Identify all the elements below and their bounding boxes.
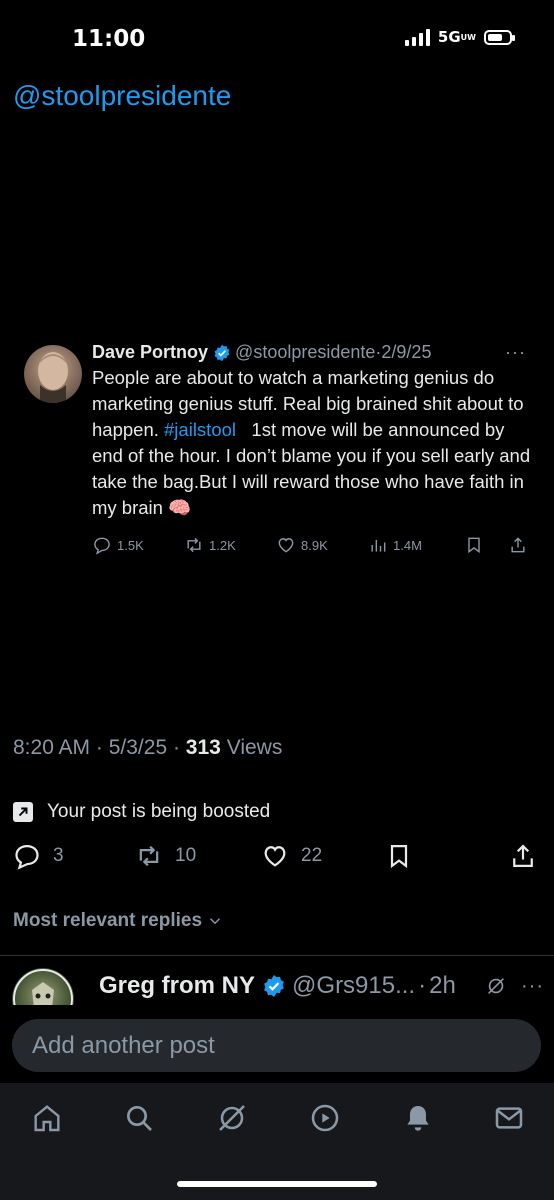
battery-icon xyxy=(484,29,515,45)
repost-count: 10 xyxy=(175,845,197,866)
post-actions: 3 10 22 xyxy=(13,842,535,878)
compose-field[interactable] xyxy=(12,1019,541,1072)
views-button[interactable]: 1.4M xyxy=(368,535,464,555)
share-button[interactable] xyxy=(508,535,528,555)
post-date: 5/3/25 xyxy=(108,736,168,759)
share-icon xyxy=(511,537,525,553)
divider xyxy=(0,955,554,956)
views-icon xyxy=(371,540,386,552)
tab-search[interactable] xyxy=(122,1101,156,1135)
like-icon xyxy=(264,846,286,867)
status-time: 11:00 xyxy=(72,26,146,52)
verified-icon xyxy=(264,975,284,997)
views-label: Views xyxy=(226,736,283,759)
bookmark-icon xyxy=(390,844,408,869)
quoted-post-date: 2/9/25 xyxy=(381,342,432,362)
bookmark-button[interactable] xyxy=(385,842,413,870)
views-count: 1.4M xyxy=(393,537,422,553)
notifications-icon xyxy=(407,1106,429,1131)
quoted-author-handle[interactable]: @stoolpresidente xyxy=(235,342,375,363)
more-icon[interactable]: ··· xyxy=(521,975,544,998)
repost-icon xyxy=(187,537,201,553)
home-icon xyxy=(34,1105,60,1132)
grok-icon[interactable] xyxy=(485,975,507,997)
like-count: 22 xyxy=(301,845,323,866)
quoted-post-text: People are about to watch a marketing ge… xyxy=(92,367,536,518)
tab-notifications[interactable] xyxy=(401,1101,435,1135)
reply-icon xyxy=(94,537,110,555)
replies-sort-dropdown[interactable]: Most relevant replies xyxy=(13,910,224,932)
tab-home[interactable] xyxy=(30,1101,64,1135)
tab-grok[interactable] xyxy=(215,1101,249,1135)
boost-arrow-icon xyxy=(13,802,33,822)
boost-banner[interactable]: Your post is being boosted xyxy=(13,801,270,823)
avatar[interactable] xyxy=(24,345,82,403)
boost-text: Your post is being boosted xyxy=(47,801,271,822)
bookmark-icon xyxy=(468,537,480,554)
grok-icon xyxy=(219,1105,245,1131)
repost-button[interactable]: 1.2K xyxy=(184,535,276,555)
post-views-count: 313 xyxy=(185,736,221,759)
quoted-post-actions: 1.5K 1.2K 8.9K 1.4M xyxy=(92,535,532,555)
reply-count: 1.5K xyxy=(117,537,144,553)
like-button[interactable]: 8.9K xyxy=(276,535,368,555)
repost-button[interactable]: 10 xyxy=(135,842,196,870)
post-time: 8:20 AM xyxy=(13,736,91,759)
reply-author-handle[interactable]: @Grs915... xyxy=(292,972,415,1000)
share-button[interactable] xyxy=(509,842,537,870)
quoted-author-name[interactable]: Dave Portnoy xyxy=(92,342,208,363)
like-button[interactable]: 22 xyxy=(261,842,322,870)
network-label: 5GUW xyxy=(437,28,476,46)
tab-messages[interactable] xyxy=(492,1101,526,1135)
reply-button[interactable]: 1.5K xyxy=(92,535,184,555)
search-icon xyxy=(127,1106,152,1131)
post-meta: 8:20 AM · 5/3/25 · 313 Views xyxy=(13,736,283,759)
messages-icon xyxy=(495,1107,523,1129)
reply-icon xyxy=(15,844,39,870)
signal-icon xyxy=(404,28,430,46)
verified-icon xyxy=(214,344,230,361)
bookmark-button[interactable] xyxy=(464,535,508,555)
status-indicators: 5GUW xyxy=(404,28,515,46)
author-handle-link[interactable]: @stoolpresidente xyxy=(13,80,231,112)
home-indicator xyxy=(177,1181,377,1187)
replies-sort-label: Most relevant replies xyxy=(13,910,203,931)
tab-video[interactable] xyxy=(308,1101,342,1135)
repost-icon xyxy=(139,845,159,867)
add-post-input[interactable] xyxy=(30,1030,541,1061)
reply-count: 3 xyxy=(53,845,64,866)
share-icon xyxy=(513,844,533,868)
reply-author-name[interactable]: Greg from NY xyxy=(99,972,255,1000)
separator: · xyxy=(418,972,427,999)
hashtag-link[interactable]: #jailstool xyxy=(164,419,236,440)
like-icon xyxy=(278,538,294,553)
video-icon xyxy=(311,1104,339,1132)
reply-button[interactable]: 3 xyxy=(13,842,64,870)
reply-time: 2h xyxy=(429,972,456,999)
repost-count: 1.2K xyxy=(209,537,236,553)
more-icon[interactable]: ··· xyxy=(505,342,526,363)
like-count: 8.9K xyxy=(301,537,328,553)
chevron-down-icon xyxy=(210,918,221,925)
